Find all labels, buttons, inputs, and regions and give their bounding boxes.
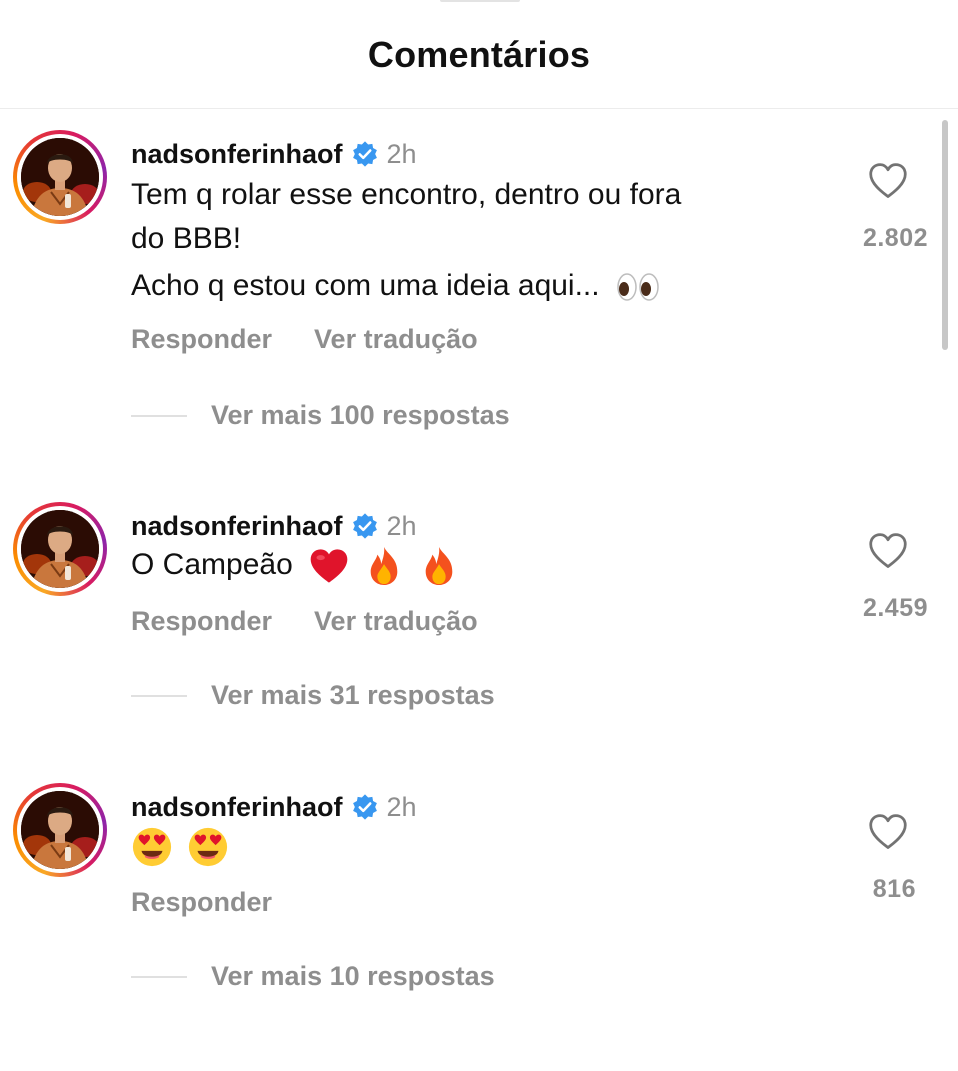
heart-eyes-face-emoji-icon	[189, 827, 228, 867]
comment-item: nadsonferinhaof 2h Tem q rolar esse enco…	[0, 118, 958, 430]
page-title: Comentários	[367, 34, 591, 75]
like-count: 2.459	[862, 594, 928, 622]
comment-text-line: do BBB!	[131, 222, 242, 255]
timestamp: 2h	[386, 510, 417, 541]
comments-header: Comentários	[0, 0, 958, 109]
eyes-emoji-icon	[617, 273, 659, 301]
view-replies-button[interactable]: Ver mais 31 respostas	[131, 680, 495, 711]
divider	[131, 694, 187, 697]
comment-text-line: O Campeão	[131, 543, 458, 587]
profile-photo	[21, 510, 99, 588]
heart-eyes-face-emoji-icon	[132, 827, 172, 867]
red-heart-emoji-icon	[310, 549, 348, 583]
divider	[131, 975, 187, 978]
view-replies-label: Ver mais 10 respostas	[211, 961, 495, 991]
comment-item: nadsonferinhaof 2h Responder 816 Ver mai…	[0, 771, 958, 1071]
profile-photo	[21, 791, 99, 869]
timestamp: 2h	[386, 138, 417, 169]
reply-button[interactable]: Responder	[131, 324, 272, 355]
username[interactable]: nadsonferinhaof	[131, 511, 343, 542]
view-replies-button[interactable]: Ver mais 100 respostas	[131, 400, 510, 431]
profile-photo	[21, 138, 99, 216]
comment-actions: Responder	[131, 887, 272, 918]
comment-actions: Responder Ver tradução	[131, 606, 478, 637]
view-replies-label: Ver mais 31 respostas	[211, 680, 495, 710]
username[interactable]: nadsonferinhaof	[131, 139, 343, 170]
fire-emoji-icon	[371, 547, 398, 586]
comment-header: nadsonferinhaof 2h	[131, 787, 417, 827]
like-count: 816	[872, 875, 916, 903]
heart-icon[interactable]	[867, 162, 909, 200]
heart-icon[interactable]	[867, 813, 909, 851]
see-translation-button[interactable]: Ver tradução	[314, 324, 478, 355]
comment-actions: Responder Ver tradução	[131, 324, 478, 355]
see-translation-button[interactable]: Ver tradução	[314, 606, 478, 637]
timestamp: 2h	[386, 791, 417, 822]
verified-badge-icon	[352, 141, 377, 167]
like-count: 2.802	[862, 224, 928, 252]
comment-item: nadsonferinhaof 2h O Campeão Responder V…	[0, 490, 958, 790]
username[interactable]: nadsonferinhaof	[131, 792, 343, 823]
comment-text-line: Acho q estou com uma ideia aqui...	[131, 264, 660, 308]
view-replies-label: Ver mais 100 respostas	[211, 400, 510, 430]
reply-button[interactable]: Responder	[131, 887, 272, 918]
view-replies-button[interactable]: Ver mais 10 respostas	[131, 961, 495, 992]
comment-text: O Campeão	[131, 548, 293, 581]
avatar[interactable]	[13, 130, 107, 224]
fire-emoji-icon	[425, 547, 453, 586]
avatar[interactable]	[13, 783, 107, 877]
avatar[interactable]	[13, 502, 107, 596]
comment-text-line: Tem q rolar esse encontro, dentro ou for…	[131, 178, 682, 211]
verified-badge-icon	[352, 513, 377, 539]
comment-text: Acho q estou com uma ideia aqui...	[131, 269, 600, 302]
verified-badge-icon	[352, 794, 377, 820]
divider	[131, 414, 187, 417]
comment-header: nadsonferinhaof 2h	[131, 506, 417, 546]
comment-header: nadsonferinhaof 2h	[131, 134, 417, 174]
reply-button[interactable]: Responder	[131, 606, 272, 637]
comment-text-line	[131, 824, 229, 868]
heart-icon[interactable]	[867, 532, 909, 570]
